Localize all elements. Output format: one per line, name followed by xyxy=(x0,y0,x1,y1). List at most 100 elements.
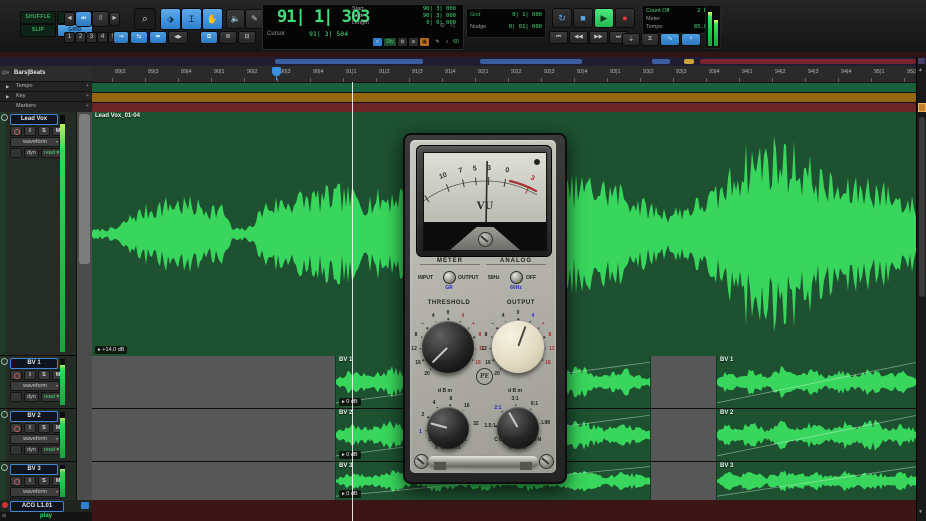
track-enable-icon[interactable] xyxy=(1,411,8,418)
solo-button[interactable]: S xyxy=(38,423,50,433)
zoom-vertical-icon[interactable]: ⇳ xyxy=(92,11,109,27)
clip-gain-chip[interactable]: ▸ 0 dB xyxy=(339,490,361,498)
track-view-selector[interactable]: waveform xyxy=(10,381,60,391)
grid-view-icon[interactable]: ⊞ xyxy=(2,513,6,519)
automation-lane-selector[interactable]: dyn xyxy=(24,392,39,402)
timeline-insertion-marker[interactable] xyxy=(272,67,281,76)
tempo-add-button[interactable]: + xyxy=(86,82,89,91)
clip-gain-chip[interactable]: ▸ 0 dB xyxy=(339,398,361,406)
track-name[interactable]: BV 2 xyxy=(10,411,58,422)
analog-toggle-switch[interactable] xyxy=(510,271,523,284)
meter-label[interactable]: Meter xyxy=(646,15,660,23)
scroll-thumb[interactable] xyxy=(919,117,925,297)
link-timeline-edit-icon[interactable]: ⇆ xyxy=(130,31,148,44)
count-off-label[interactable]: Count Off xyxy=(646,7,669,15)
tempo-lane-label[interactable]: Tempo xyxy=(16,82,33,91)
clip-bv-1[interactable]: BV 1 xyxy=(716,356,918,408)
pre-roll-icon[interactable]: ⊙ xyxy=(440,22,445,29)
record-enable-button[interactable] xyxy=(10,370,22,380)
zoom-preset-3[interactable]: 3 xyxy=(86,32,97,43)
play-button[interactable]: ▶ xyxy=(594,8,614,28)
track-height-rail[interactable] xyxy=(76,112,93,500)
automation-lane-selector[interactable]: dyn xyxy=(24,148,39,158)
return-to-zero-button[interactable]: ⏮ xyxy=(549,31,568,44)
automation-mode-selector[interactable]: read ▾ xyxy=(41,445,62,455)
rewind-button[interactable]: ◀◀ xyxy=(569,31,588,44)
record-button[interactable]: ● xyxy=(615,8,635,28)
clip-bv-2[interactable]: BV 2 xyxy=(716,409,918,461)
track-enable-icon[interactable] xyxy=(1,464,8,471)
layered-editing-icon[interactable]: ≣ xyxy=(219,31,237,44)
key-lane-label[interactable]: Key xyxy=(16,92,25,101)
loop-playback-button[interactable]: ↻ xyxy=(552,8,572,28)
grid-label[interactable]: Grid xyxy=(470,12,480,18)
automation-follows-edit-icon[interactable]: ⊟ xyxy=(238,31,256,44)
clip-gain-chip[interactable]: ▸ +14.0 dB xyxy=(95,346,127,354)
zoom-out-arrow[interactable]: ◂ xyxy=(64,12,75,26)
track-name-acg[interactable]: ACG L1.01 xyxy=(10,501,64,512)
automation-enable-icon[interactable] xyxy=(10,445,22,455)
scrub-tool-icon[interactable]: 🔈 xyxy=(226,9,245,29)
markers-lane-label[interactable]: Markers xyxy=(16,102,36,111)
tempo-lane-disclosure-icon[interactable]: ▶ xyxy=(6,82,9,91)
zoom-preset-2[interactable]: 2 xyxy=(75,32,86,43)
markers-lane[interactable] xyxy=(92,102,926,112)
grabber-tool-icon[interactable]: ✋ xyxy=(202,8,223,30)
edit-mode-slip[interactable]: SLIP xyxy=(20,24,56,37)
threshold-knob[interactable] xyxy=(422,321,474,373)
track-name[interactable]: BV 1 xyxy=(10,358,58,369)
zoom-preset-1[interactable]: 1 xyxy=(64,32,75,43)
automation-mode-selector[interactable]: read ▾ xyxy=(41,392,62,402)
output-knob[interactable] xyxy=(492,321,544,373)
fast-forward-button[interactable]: ▶▶ xyxy=(589,31,608,44)
selector-tool-icon[interactable]: Ɪ xyxy=(181,8,202,30)
ruler-view-icon[interactable]: ▤▾ xyxy=(2,70,9,76)
trim-tool-icon[interactable]: ⬗ xyxy=(160,8,181,30)
no-input-icon[interactable]: ⊘ xyxy=(398,38,407,46)
scroll-up-icon[interactable]: ▲ xyxy=(918,67,923,73)
zoom-horizontal-icon[interactable]: ⇹ xyxy=(75,11,92,27)
track-enable-icon[interactable] xyxy=(1,358,8,365)
record-enable-button[interactable] xyxy=(10,126,22,136)
selection-end-value[interactable]: 90| 3| 000 xyxy=(423,13,456,20)
tempo-ruler-enable-button[interactable]: ∿ xyxy=(660,33,680,46)
post-roll-icon[interactable]: ◁ xyxy=(450,22,455,29)
automation-mode-selector[interactable]: read ▾ xyxy=(41,148,62,158)
tempo-label[interactable]: Tempo xyxy=(646,23,663,31)
marker-ruler-button[interactable] xyxy=(918,103,926,112)
meter-toggle-switch[interactable] xyxy=(443,271,456,284)
track-enable-icon[interactable] xyxy=(1,114,8,121)
acg-track-lane[interactable] xyxy=(92,500,916,521)
input-monitor-button[interactable]: I xyxy=(24,423,36,433)
pre-post-roll-value[interactable]: 60 xyxy=(451,38,461,46)
list-icon[interactable]: ≋ xyxy=(409,38,418,46)
solo-button[interactable]: S xyxy=(38,476,50,486)
nudge-label[interactable]: Nudge xyxy=(470,24,486,30)
zoom-preset-4[interactable]: 4 xyxy=(97,32,108,43)
ruler-canvas[interactable]: 89|189|289|389|490|190|290|390|491|191|2… xyxy=(92,66,926,112)
track-name[interactable]: Lead Vox xyxy=(10,114,58,125)
midi-merge-button[interactable]: ♆ xyxy=(681,33,701,46)
automation-enable-icon[interactable] xyxy=(10,392,22,402)
grid-value[interactable]: 0| 1| 000 xyxy=(512,12,542,18)
clip-gain-chip[interactable]: ▸ 0 dB xyxy=(339,451,361,459)
automation-lane-selector[interactable]: dyn xyxy=(24,445,39,455)
mirrored-midi-icon[interactable]: ⧉ xyxy=(200,31,218,44)
record-enable-button[interactable] xyxy=(10,476,22,486)
vertical-scrollbar[interactable]: ▲ ▼ xyxy=(916,57,926,521)
key-add-button[interactable]: + xyxy=(86,92,89,101)
input-monitor-button[interactable]: I xyxy=(24,370,36,380)
solo-button[interactable]: S xyxy=(38,126,50,136)
count-off-button[interactable]: ⧖ xyxy=(641,33,659,46)
scroll-down-icon[interactable]: ▼ xyxy=(918,509,923,515)
track-view-selector[interactable]: waveform xyxy=(10,434,60,444)
nudge-value[interactable]: 0| 01| 000 xyxy=(509,24,542,30)
track-view-selector[interactable]: waveform xyxy=(10,487,60,497)
edit-mode-shuffle[interactable]: SHUFFLE xyxy=(20,11,56,24)
metronome-button[interactable]: ⍊ xyxy=(622,33,640,46)
insertion-follows-playback-icon[interactable]: ◀▶ xyxy=(168,31,188,44)
selection-start-value[interactable]: 90| 3| 000 xyxy=(423,6,456,13)
marker-add-button[interactable]: + xyxy=(86,102,89,111)
record-safe-icon[interactable]: ▣ xyxy=(420,38,429,46)
zoom-in-arrow[interactable]: ▸ xyxy=(109,12,120,26)
